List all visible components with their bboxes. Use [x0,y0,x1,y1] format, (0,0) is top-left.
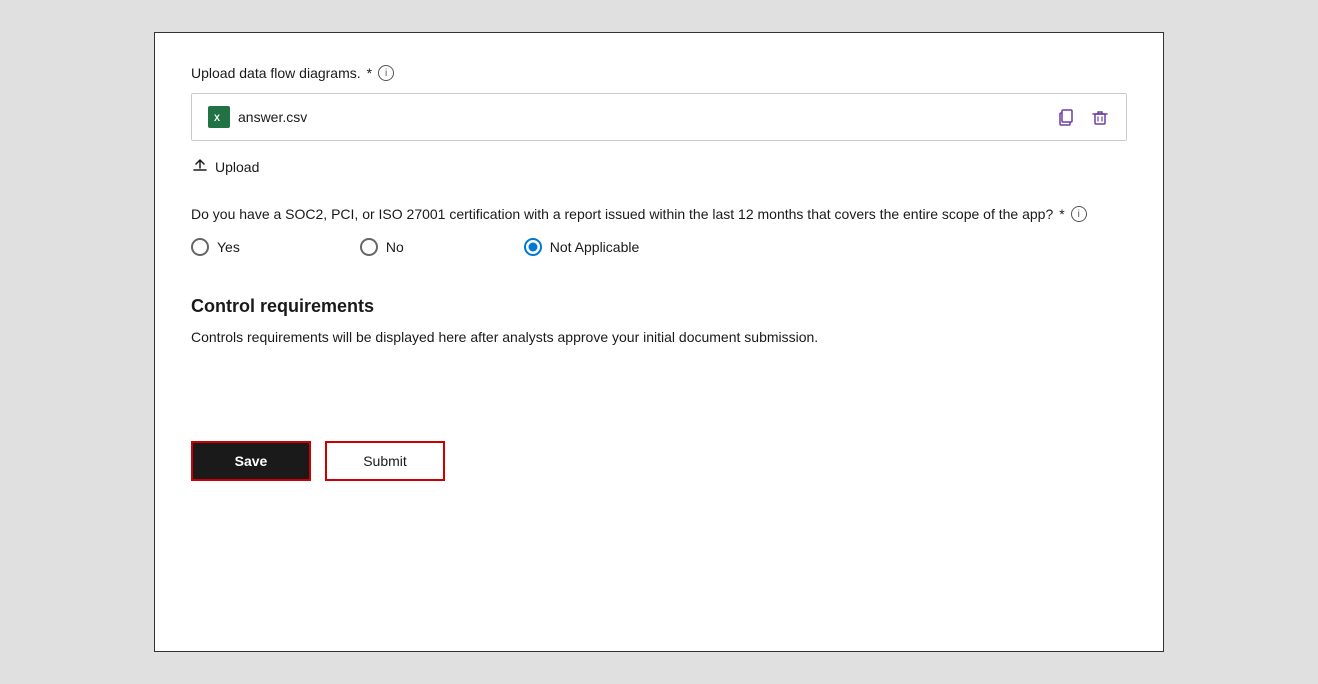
copy-file-button[interactable] [1056,107,1076,127]
control-requirements-section: Control requirements Controls requiremen… [191,296,1127,345]
radio-option-no[interactable]: No [360,238,404,256]
radio-no-label: No [386,239,404,255]
radio-yes[interactable] [191,238,209,256]
main-card: Upload data flow diagrams. * i X answer.… [154,32,1164,652]
upload-button-label: Upload [215,159,259,175]
upload-arrow-icon [191,155,209,178]
excel-icon: X [208,106,230,128]
footer-actions: Save Submit [191,425,1127,481]
file-name: answer.csv [238,109,307,125]
upload-button[interactable]: Upload [191,155,259,178]
question-text-content: Do you have a SOC2, PCI, or ISO 27001 ce… [191,206,1053,222]
file-actions [1056,107,1110,127]
radio-option-not-applicable[interactable]: Not Applicable [524,238,640,256]
radio-no[interactable] [360,238,378,256]
upload-label: Upload data flow diagrams. * i [191,65,1127,81]
radio-not-applicable-label: Not Applicable [550,239,640,255]
radio-group: Yes No Not Applicable [191,238,1127,256]
radio-yes-label: Yes [217,239,240,255]
upload-required-star: * [367,65,372,81]
upload-info-icon[interactable]: i [378,65,394,81]
question-text: Do you have a SOC2, PCI, or ISO 27001 ce… [191,206,1127,222]
file-info: X answer.csv [208,106,307,128]
question-required-star: * [1059,206,1064,222]
delete-file-button[interactable] [1090,107,1110,127]
control-requirements-title: Control requirements [191,296,1127,317]
svg-text:X: X [214,113,220,123]
page-container: Upload data flow diagrams. * i X answer.… [0,0,1318,684]
question-section: Do you have a SOC2, PCI, or ISO 27001 ce… [191,206,1127,256]
submit-button[interactable]: Submit [325,441,445,481]
save-button[interactable]: Save [191,441,311,481]
control-requirements-description: Controls requirements will be displayed … [191,329,1127,345]
upload-label-text: Upload data flow diagrams. [191,65,361,81]
radio-not-applicable[interactable] [524,238,542,256]
file-box: X answer.csv [191,93,1127,141]
radio-option-yes[interactable]: Yes [191,238,240,256]
question-info-icon[interactable]: i [1071,206,1087,222]
